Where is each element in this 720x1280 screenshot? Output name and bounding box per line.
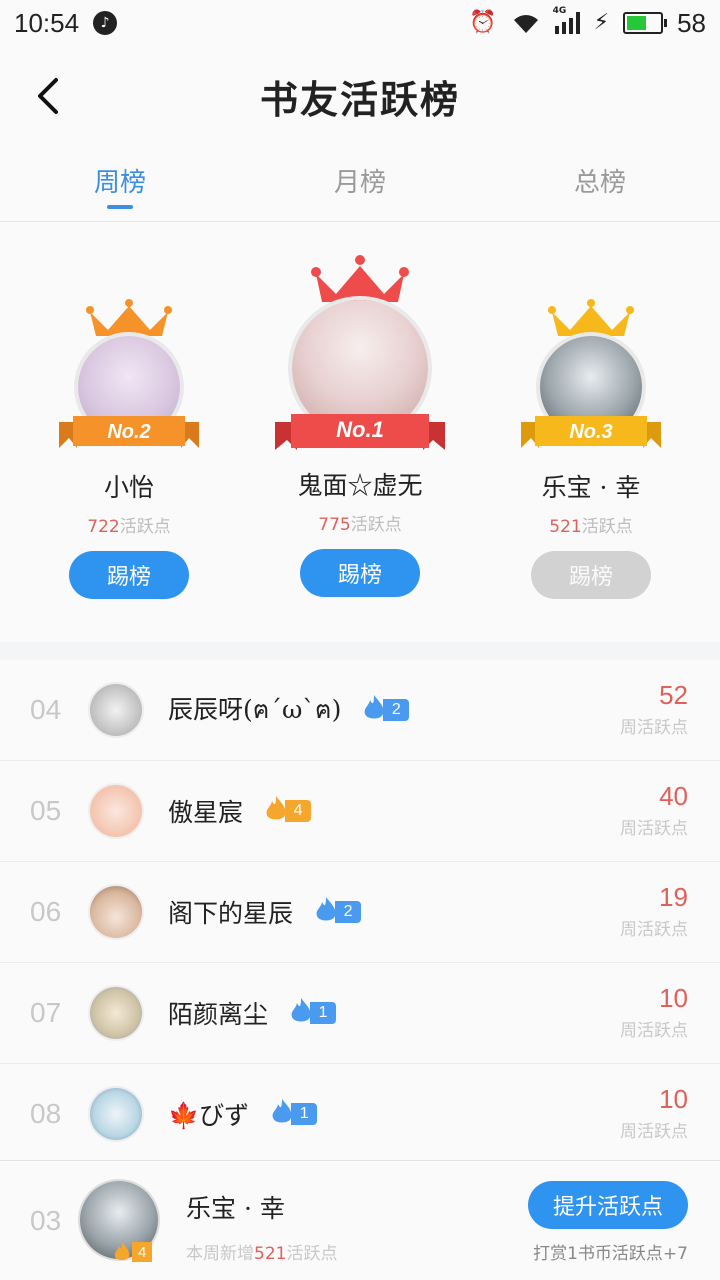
weekly-increase: 本周新增521活跃点 [186, 1244, 338, 1264]
back-button[interactable] [28, 74, 68, 118]
weekly-score: 10 周活跃点 [620, 1084, 688, 1142]
boost-activity-button[interactable]: 提升活跃点 [528, 1181, 688, 1229]
ranking-tabs: 周榜 月榜 总榜 [0, 146, 720, 222]
battery-percent: 58 [677, 7, 706, 38]
table-row[interactable]: 04 辰辰呀(ฅ´ω`ฅ) 2 52 周活跃点 [0, 660, 720, 761]
podium-name: 小怡 [103, 473, 154, 502]
level-badge: 2 [361, 695, 410, 722]
rank-number: 06 [30, 896, 62, 927]
signal-icon: 4G [553, 6, 580, 34]
rank-number: 03 [30, 1205, 62, 1236]
flame-icon [114, 1242, 130, 1261]
rank-number: 04 [30, 694, 62, 725]
charging-icon: ⚡ [593, 10, 610, 35]
user-name: 🍁びず 1 [168, 1096, 318, 1132]
podium-name: 乐宝 · 幸 [541, 473, 641, 502]
podium-rank-2: No.2 小怡 722活跃点 踢榜 [49, 298, 209, 599]
status-bar: 10:54 ♪ ⏰ 4G ⚡ 58 [0, 0, 720, 46]
chevron-left-icon [38, 78, 58, 114]
flame-icon [272, 1099, 292, 1123]
weekly-score: 40 周活跃点 [620, 781, 688, 839]
kick-button[interactable]: 踢榜 [300, 549, 420, 597]
rank-ribbon: No.1 [275, 410, 445, 450]
flame-icon [266, 796, 286, 820]
user-name: 陌颜离尘 1 [168, 995, 337, 1031]
level-badge: 2 [313, 897, 362, 924]
reward-note: 打赏1书币活跃点+7 [533, 1244, 688, 1264]
avatar[interactable] [88, 884, 144, 940]
podium-score: 722活跃点 [87, 517, 171, 537]
battery-icon [623, 12, 668, 34]
weekly-score: 10 周活跃点 [620, 983, 688, 1041]
alarm-icon: ⏰ [469, 10, 497, 35]
kick-button[interactable]: 踢榜 [69, 551, 189, 599]
level-badge: 4 [263, 796, 312, 823]
rank-number: 08 [30, 1098, 62, 1129]
level-badge: 4 [112, 1241, 153, 1263]
user-name: 阁下的星辰 2 [168, 894, 362, 930]
ranking-list: 04 辰辰呀(ฅ´ω`ฅ) 2 52 周活跃点 05 傲星宸 4 40 周活跃点 [0, 660, 720, 1165]
weekly-score: 52 周活跃点 [620, 680, 688, 738]
user-name: 傲星宸 4 [168, 793, 312, 829]
crown-icon [311, 255, 409, 302]
top-three-podium: No.2 小怡 722活跃点 踢榜 No.1 鬼面☆虚无 775活跃点 踢榜 N… [0, 222, 720, 642]
wifi-icon [513, 15, 538, 34]
avatar[interactable] [88, 1086, 144, 1142]
avatar[interactable] [88, 783, 144, 839]
tab-weekly[interactable]: 周榜 [0, 146, 240, 221]
podium-score: 521活跃点 [549, 517, 633, 537]
table-row[interactable]: 07 陌颜离尘 1 10 周活跃点 [0, 963, 720, 1064]
table-row[interactable]: 08 🍁びず 1 10 周活跃点 [0, 1064, 720, 1165]
user-name: 辰辰呀(ฅ´ω`ฅ) 2 [168, 690, 410, 730]
kick-button[interactable]: 踢榜 [531, 551, 651, 599]
top-app-bar: 书友活跃榜 [0, 46, 720, 146]
tab-total[interactable]: 总榜 [480, 146, 720, 221]
rank-number: 07 [30, 997, 62, 1028]
user-name: 乐宝 · 幸 [186, 1194, 285, 1223]
rank-ribbon: No.2 [59, 412, 199, 452]
my-rank-bar: 03 4 乐宝 · 幸 本周新增521活跃点 提升活跃点 打赏1书币活跃点+7 [0, 1160, 720, 1280]
level-badge: 1 [288, 998, 337, 1025]
avatar[interactable] [88, 682, 144, 738]
podium-rank-1: No.1 鬼面☆虚无 775活跃点 踢榜 [260, 254, 460, 597]
clock: 10:54 [14, 7, 80, 38]
table-row[interactable]: 06 阁下的星辰 2 19 周活跃点 [0, 862, 720, 963]
level-badge: 1 [269, 1099, 318, 1126]
page-title: 书友活跃榜 [259, 76, 460, 122]
notification-icon: ♪ [93, 11, 118, 35]
podium-name: 鬼面☆虚无 [297, 471, 423, 500]
rank-number: 05 [30, 795, 62, 826]
avatar[interactable] [88, 985, 144, 1041]
podium-rank-3: No.3 乐宝 · 幸 521活跃点 踢榜 [511, 298, 671, 599]
podium-score: 775活跃点 [318, 515, 402, 535]
tab-monthly[interactable]: 月榜 [240, 146, 480, 221]
crown-icon [86, 299, 172, 336]
weekly-score: 19 周活跃点 [620, 882, 688, 940]
rank-ribbon: No.3 [521, 412, 661, 452]
flame-icon [364, 695, 384, 719]
table-row[interactable]: 05 傲星宸 4 40 周活跃点 [0, 761, 720, 862]
flame-icon [316, 897, 336, 921]
flame-icon [291, 998, 311, 1022]
crown-icon [548, 299, 634, 336]
